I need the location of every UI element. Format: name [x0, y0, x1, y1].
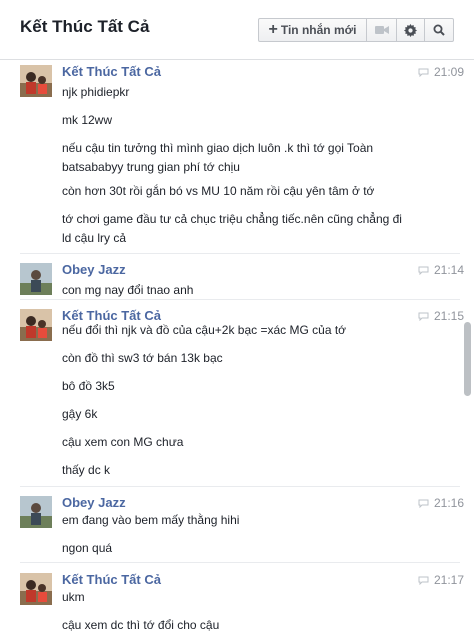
new-message-label: Tin nhắn mới: [280, 23, 357, 37]
message-timestamp: 21:17: [418, 573, 464, 587]
group-divider: [20, 562, 460, 563]
avatar-image-icon: [20, 263, 52, 295]
message-text: ukm: [62, 590, 85, 604]
settings-button[interactable]: [397, 19, 425, 41]
avatar[interactable]: [20, 309, 52, 341]
message-timestamp: 21:16: [418, 496, 464, 510]
search-icon: [433, 24, 445, 36]
message-text: cậu xem dc thì tớ đổi cho cậu: [62, 618, 220, 632]
message-group: Obey Jazz 21:14 con mg nay đổi tnao anh: [0, 258, 464, 297]
message-text: cậu xem con MG chưa: [62, 435, 184, 449]
message-timestamp: 21:14: [418, 263, 464, 277]
chat-bubble-icon: [418, 266, 429, 275]
message-text: tớ chơi game đầu tư cả chục triệu chẳng …: [62, 212, 402, 245]
sender-name[interactable]: Obey Jazz: [62, 495, 126, 510]
message-group: Kết Thúc Tất Cả 21:17 ukm cậu xem dc thì…: [0, 568, 464, 644]
conversation-title: Kết Thúc Tất Cả: [20, 17, 150, 36]
message-group: Kết Thúc Tất Cả 21:15 nếu đổi thì njk và…: [0, 304, 464, 482]
sender-name[interactable]: Obey Jazz: [62, 262, 126, 277]
sender-name[interactable]: Kết Thúc Tất Cả: [62, 572, 161, 587]
message-text: còn đồ thì sw3 tớ bán 13k bạc: [62, 351, 223, 365]
message-text: còn hơn 30t rồi gắn bó vs MU 10 năm rồi …: [62, 184, 375, 198]
group-divider: [20, 486, 460, 487]
header-toolbar: + Tin nhắn mới: [258, 18, 454, 42]
avatar-image-icon: [20, 496, 52, 528]
timestamp-text: 21:09: [434, 65, 465, 79]
message-timestamp: 21:15: [418, 309, 464, 323]
timestamp-text: 21:15: [434, 309, 465, 323]
sender-name[interactable]: Kết Thúc Tất Cả: [62, 64, 161, 79]
message-text: mk 12ww: [62, 113, 113, 127]
message-text: nếu cậu tin tưởng thì mình giao dịch luô…: [62, 141, 374, 174]
message-group: Kết Thúc Tất Cả 21:09 njk phidiepkr mk 1…: [0, 60, 464, 250]
video-call-button[interactable]: [367, 19, 397, 41]
timestamp-text: 21:14: [434, 263, 465, 277]
avatar[interactable]: [20, 65, 52, 97]
new-message-button[interactable]: + Tin nhắn mới: [259, 19, 367, 41]
avatar[interactable]: [20, 573, 52, 605]
avatar[interactable]: [20, 263, 52, 295]
plus-icon: +: [268, 21, 278, 38]
group-divider: [20, 253, 460, 254]
avatar-image-icon: [20, 309, 52, 341]
message-text: bô đồ 3k5: [62, 379, 115, 393]
avatar-image-icon: [20, 65, 52, 97]
chat-bubble-icon: [418, 499, 429, 508]
chat-bubble-icon: [418, 68, 429, 77]
message-thread[interactable]: Kết Thúc Tất Cả 21:09 njk phidiepkr mk 1…: [0, 60, 474, 644]
thread-scrollbar[interactable]: [464, 322, 471, 396]
timestamp-text: 21:17: [434, 573, 465, 587]
message-text: gậy 6k: [62, 407, 98, 421]
message-text: nếu đổi thì njk và đồ của cậu+2k bạc =xá…: [62, 323, 347, 337]
timestamp-text: 21:16: [434, 496, 465, 510]
avatar[interactable]: [20, 496, 52, 528]
group-divider: [20, 299, 460, 300]
video-icon: [374, 26, 389, 34]
message-text: njk phidiepkr: [62, 85, 130, 99]
chat-bubble-icon: [418, 576, 429, 585]
avatar-image-icon: [20, 573, 52, 605]
message-text: con mg nay đổi tnao anh: [62, 283, 194, 297]
chat-bubble-icon: [418, 312, 429, 321]
message-text: ngon quá: [62, 541, 113, 555]
message-text: thấy dc k: [62, 463, 111, 477]
conversation-header: Kết Thúc Tất Cả + Tin nhắn mới: [0, 0, 474, 60]
message-group: Obey Jazz 21:16 em đang vào bem mấy thằn…: [0, 491, 464, 557]
message-timestamp: 21:09: [418, 65, 464, 79]
search-button[interactable]: [425, 19, 453, 41]
message-text: em đang vào bem mấy thằng hihi: [62, 513, 240, 527]
gear-icon: [404, 23, 417, 37]
